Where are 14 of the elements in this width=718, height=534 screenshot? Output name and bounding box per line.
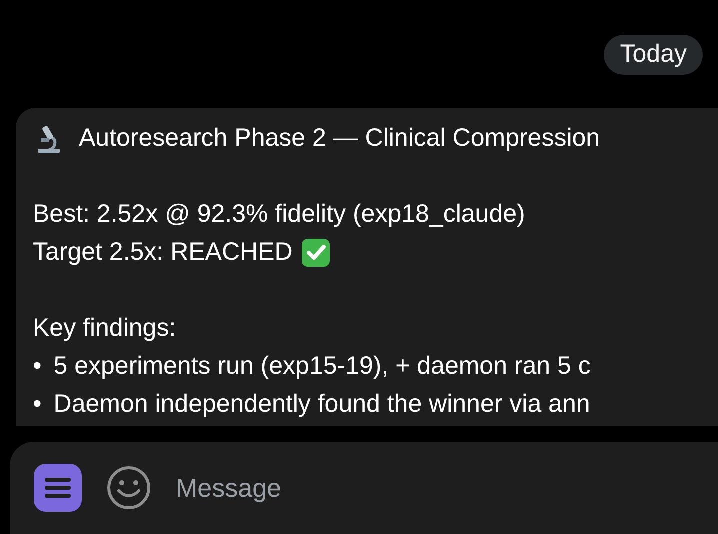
message-title: Autoresearch Phase 2 — Clinical Compression xyxy=(79,123,600,154)
message-text: Key findings: xyxy=(33,313,176,344)
message-text: Target 2.5x: REACHED xyxy=(33,237,293,268)
check-icon xyxy=(300,238,331,268)
menu-button[interactable] xyxy=(34,464,82,512)
message-text: 5 experiments run (exp15-19), + daemon ran 5 c xyxy=(54,351,591,382)
menu-icon xyxy=(44,476,72,500)
message-text: Best: 2.52x @ 92.3% fidelity (exp18_claude) xyxy=(33,199,526,230)
emoji-icon[interactable] xyxy=(106,465,152,511)
date-badge: Today xyxy=(604,35,703,75)
message-text: Daemon independently found the winner via ann xyxy=(54,389,590,420)
message-composer[interactable]: Message xyxy=(10,442,718,534)
bullet: • xyxy=(33,389,42,420)
bullet: • xyxy=(33,351,42,382)
